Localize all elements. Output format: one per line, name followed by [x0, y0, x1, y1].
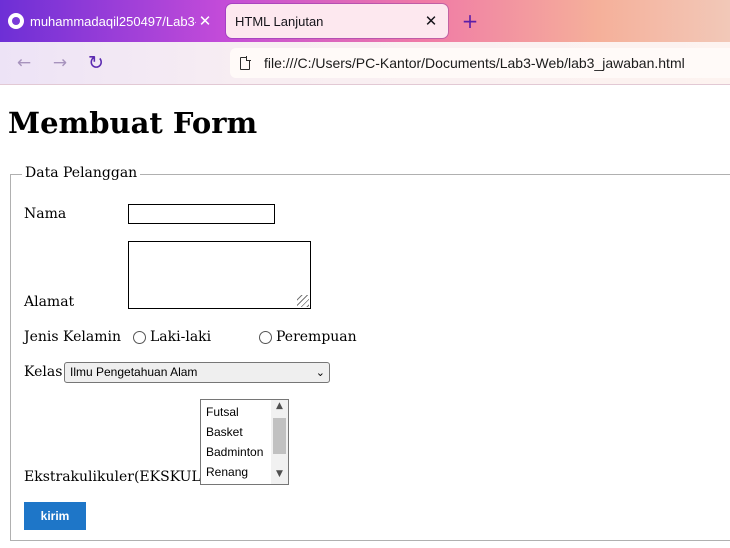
nama-label: Nama — [24, 206, 67, 222]
alamat-textarea[interactable] — [128, 241, 311, 309]
resize-grip-icon[interactable] — [297, 295, 309, 307]
github-icon — [8, 13, 24, 29]
customer-fieldset — [10, 174, 730, 541]
nama-input[interactable] — [128, 204, 275, 224]
address-bar[interactable]: file:///C:/Users/PC-Kantor/Documents/Lab… — [230, 48, 730, 78]
radio-perempuan[interactable] — [259, 331, 272, 344]
forward-icon[interactable]: → — [48, 51, 72, 75]
back-icon[interactable]: ← — [12, 51, 36, 75]
page-title: Membuat Form — [8, 106, 258, 140]
kelas-select[interactable]: Ilmu Pengetahuan Alam ⌄ — [64, 362, 330, 383]
url-text: file:///C:/Users/PC-Kantor/Documents/Lab… — [264, 55, 685, 71]
ekskul-listbox[interactable]: Futsal Basket Badminton Renang ▲ ▼ — [200, 399, 289, 485]
scroll-down-icon[interactable]: ▼ — [271, 469, 288, 479]
new-tab-button[interactable]: + — [458, 9, 482, 33]
list-item[interactable]: Basket — [206, 425, 243, 439]
reload-icon[interactable]: ↻ — [84, 51, 108, 75]
tab-title: muhammadaqil250497/Lab3-W — [30, 13, 196, 29]
ekskul-label: Ekstrakulikuler(EKSKUL) — [24, 469, 207, 485]
gender-label: Jenis Kelamin — [24, 329, 121, 345]
tab-title: HTML Lanjutan — [235, 13, 324, 29]
fieldset-legend: Data Pelanggan — [22, 165, 141, 181]
list-item[interactable]: Futsal — [206, 405, 239, 419]
close-tab-icon[interactable]: ✕ — [196, 12, 214, 30]
radio-laki-laki[interactable] — [133, 331, 146, 344]
kirim-button[interactable]: kirim — [24, 502, 86, 530]
navigation-toolbar: ← → ↻ file:///C:/Users/PC-Kantor/Documen… — [0, 42, 730, 85]
page-icon — [240, 55, 251, 70]
list-item[interactable]: Badminton — [206, 445, 263, 459]
kelas-selected-value: Ilmu Pengetahuan Alam — [70, 365, 198, 379]
tab-html-lanjutan[interactable]: HTML Lanjutan ✕ — [226, 4, 448, 38]
close-tab-icon[interactable]: ✕ — [422, 12, 440, 30]
tab-github[interactable]: muhammadaqil250497/Lab3-W ✕ — [0, 4, 222, 38]
kelas-label: Kelas — [24, 364, 63, 380]
scrollbar[interactable]: ▲ ▼ — [271, 400, 288, 484]
radio-label-perempuan: Perempuan — [276, 329, 357, 345]
scroll-up-icon[interactable]: ▲ — [271, 401, 288, 411]
chevron-down-icon: ⌄ — [315, 366, 325, 379]
scrollbar-thumb[interactable] — [273, 418, 286, 454]
list-item[interactable]: Renang — [206, 465, 248, 479]
radio-label-laki-laki: Laki-laki — [150, 329, 212, 345]
alamat-label: Alamat — [24, 294, 75, 310]
tab-bar: muhammadaqil250497/Lab3-W ✕ HTML Lanjuta… — [0, 0, 730, 42]
